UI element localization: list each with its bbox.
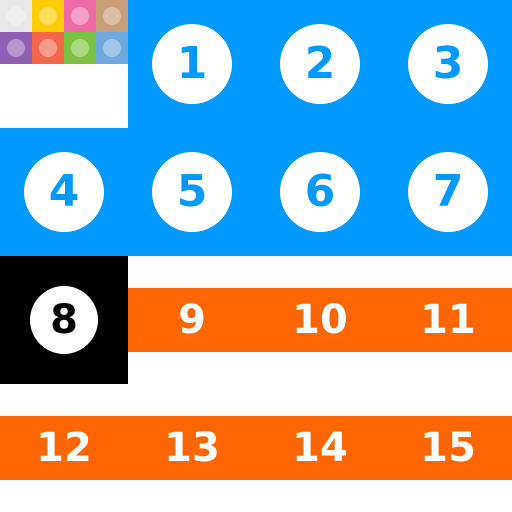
swatch-dot-icon [7, 39, 25, 57]
ball-number: 6 [304, 166, 336, 217]
ball-number: 15 [420, 425, 476, 471]
ball-tile-1[interactable]: 1 [128, 0, 256, 128]
ball-tile-2[interactable]: 2 [256, 0, 384, 128]
ball-disc: 2 [280, 24, 360, 104]
palette-swatch-purple[interactable] [0, 32, 32, 64]
ball-tile-6[interactable]: 6 [256, 128, 384, 256]
ball-tile-11[interactable]: 11 [384, 256, 512, 384]
palette-swatch-coral[interactable] [32, 32, 64, 64]
swatch-dot-icon [71, 39, 89, 57]
ball-number: 9 [178, 297, 206, 343]
ball-disc: 5 [152, 152, 232, 232]
ball-tile-9[interactable]: 9 [128, 256, 256, 384]
palette-swatch-yellow[interactable] [32, 0, 64, 32]
ball-tile-15[interactable]: 15 [384, 384, 512, 512]
ball-number: 12 [36, 425, 92, 471]
color-palette [0, 0, 128, 64]
ball-number: 4 [48, 166, 80, 217]
swatch-dot-icon [103, 39, 121, 57]
palette-swatch-tan[interactable] [96, 0, 128, 32]
ball-disc: 4 [24, 152, 104, 232]
swatch-dot-icon [7, 7, 25, 25]
swatch-dot-icon [39, 39, 57, 57]
ball-number: 8 [50, 297, 78, 343]
ball-disc: 8 [30, 286, 98, 354]
ball-tile-12[interactable]: 12 [0, 384, 128, 512]
swatch-dot-icon [39, 7, 57, 25]
palette-swatch-white[interactable] [0, 0, 32, 32]
ball-board: 1 2 3 4 5 6 7 8 9 10 11 12 13 14 15 [0, 0, 512, 512]
ball-tile-4[interactable]: 4 [0, 128, 128, 256]
ball-number: 10 [292, 297, 348, 343]
ball-tile-3[interactable]: 3 [384, 0, 512, 128]
ball-tile-10[interactable]: 10 [256, 256, 384, 384]
ball-tile-5[interactable]: 5 [128, 128, 256, 256]
ball-disc: 1 [152, 24, 232, 104]
ball-number: 14 [292, 425, 348, 471]
palette-swatch-pink[interactable] [64, 0, 96, 32]
ball-tile-7[interactable]: 7 [384, 128, 512, 256]
ball-number: 7 [432, 166, 464, 217]
ball-disc: 7 [408, 152, 488, 232]
ball-tile-8[interactable]: 8 [0, 256, 128, 384]
ball-tile-14[interactable]: 14 [256, 384, 384, 512]
ball-disc: 3 [408, 24, 488, 104]
ball-number: 13 [164, 425, 220, 471]
ball-number: 5 [176, 166, 208, 217]
swatch-dot-icon [103, 7, 121, 25]
ball-number: 1 [176, 38, 208, 89]
ball-tile-13[interactable]: 13 [128, 384, 256, 512]
ball-disc: 6 [280, 152, 360, 232]
palette-swatch-light-blue[interactable] [96, 32, 128, 64]
palette-swatch-green[interactable] [64, 32, 96, 64]
ball-number: 3 [432, 38, 464, 89]
swatch-dot-icon [71, 7, 89, 25]
ball-number: 2 [304, 38, 336, 89]
palette-blank-area [0, 64, 128, 128]
ball-number: 11 [420, 297, 476, 343]
